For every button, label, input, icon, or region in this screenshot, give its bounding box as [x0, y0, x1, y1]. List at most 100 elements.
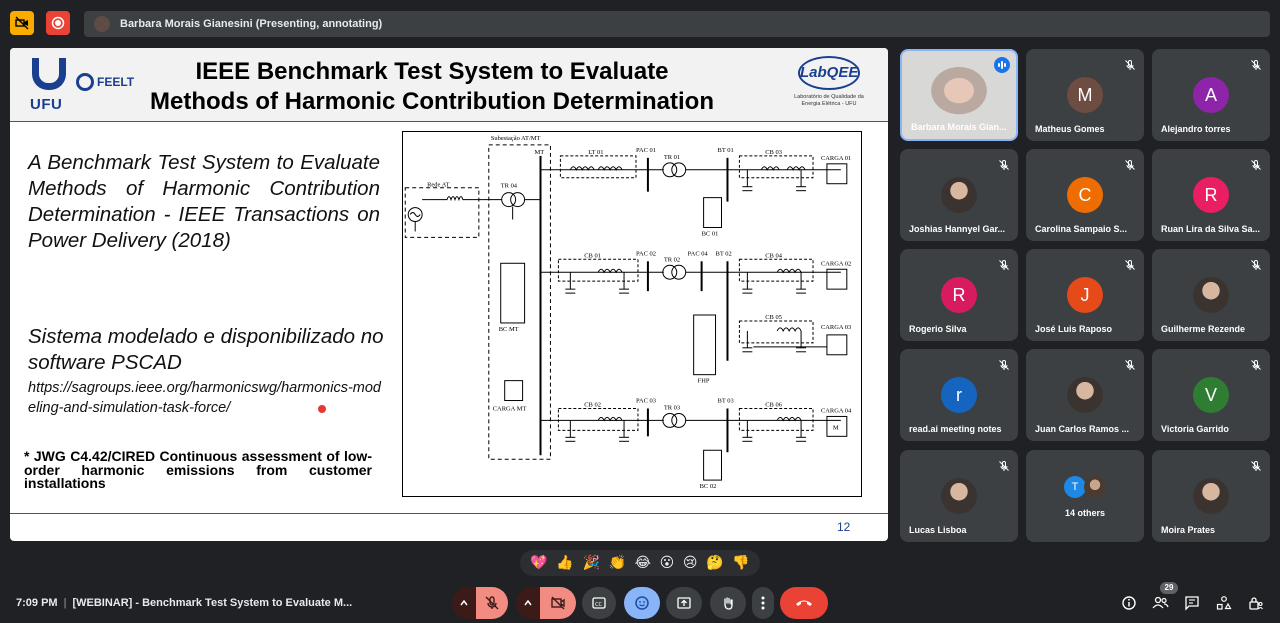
labqee-logo: LabQEE Laboratório de Qualidade da Energ…: [790, 54, 868, 116]
mic-off-button[interactable]: [476, 587, 508, 619]
more-options-button[interactable]: [752, 587, 774, 619]
activities-button[interactable]: [1215, 594, 1233, 612]
avatar: R: [1193, 177, 1229, 213]
reaction-sad[interactable]: 😢: [683, 556, 698, 570]
participant-name: read.ai meeting notes: [909, 424, 1002, 434]
participant-tile[interactable]: Juan Carlos Ramos ...: [1026, 349, 1144, 441]
mic-off-icon: [998, 158, 1010, 170]
svg-text:TR 02: TR 02: [664, 256, 680, 263]
mic-off-icon: [1124, 158, 1136, 170]
participant-name: Victoria Garrido: [1161, 424, 1229, 434]
svg-text:PAC 03: PAC 03: [636, 398, 656, 405]
participant-tile[interactable]: Guilherme Rezende: [1152, 249, 1270, 341]
participant-tile[interactable]: M Matheus Gomes: [1026, 49, 1144, 141]
mic-off-icon: [1124, 358, 1136, 370]
svg-text:CB 01: CB 01: [584, 252, 601, 259]
participant-tile[interactable]: R Ruan Lira da Silva Sa...: [1152, 149, 1270, 241]
slide-title: IEEE Benchmark Test System to Evaluate M…: [150, 58, 714, 115]
participant-name: 14 others: [1064, 508, 1106, 518]
svg-text:CARGA 04: CARGA 04: [821, 407, 852, 414]
participant-tile[interactable]: R Rogerio Silva: [900, 249, 1018, 341]
recording-icon[interactable]: [46, 11, 70, 35]
camera-off-icon[interactable]: [10, 11, 34, 35]
reaction-laugh[interactable]: 😂: [635, 556, 651, 570]
leave-call-button[interactable]: [780, 587, 828, 619]
svg-text:MT: MT: [535, 149, 545, 156]
svg-text:TR 04: TR 04: [501, 183, 518, 190]
reaction-clap[interactable]: 👏: [609, 556, 626, 570]
mic-off-icon: [1124, 58, 1136, 70]
participant-tile[interactable]: T 14 others: [1026, 450, 1144, 542]
avatar: r: [941, 377, 977, 413]
reaction-thumbs-up[interactable]: 👍: [556, 556, 573, 570]
slide-page-number: 12: [837, 520, 851, 534]
avatar: [1067, 377, 1103, 413]
reaction-thumbs-down[interactable]: 👎: [732, 556, 749, 570]
participant-tile[interactable]: Barbara Morais Gian...: [900, 49, 1018, 141]
avatar: [941, 478, 977, 514]
participant-name: Alejandro torres: [1161, 124, 1231, 134]
reaction-surprised[interactable]: 😮: [660, 556, 675, 570]
avatar: [1193, 478, 1229, 514]
svg-text:Subestação AT/MT: Subestação AT/MT: [491, 135, 541, 142]
video-options-button[interactable]: [516, 587, 540, 619]
camera-off-button[interactable]: [540, 587, 576, 619]
svg-text:CARGA 02: CARGA 02: [821, 260, 851, 267]
participant-tile[interactable]: J José Luis Raposo: [1026, 249, 1144, 341]
participant-tile[interactable]: V Victoria Garrido: [1152, 349, 1270, 441]
emoji-icon: [635, 596, 649, 610]
svg-text:CARGA MT: CARGA MT: [493, 405, 527, 412]
avatar: V: [1193, 377, 1229, 413]
reference-text: A Benchmark Test System to Evaluate Meth…: [28, 151, 380, 252]
others-avatars: T: [1064, 476, 1114, 500]
participant-tile[interactable]: Joshias Hannyel Gar...: [900, 149, 1018, 241]
jwg-note: * JWG C4.42/CIRED Continuous assessment …: [24, 448, 372, 491]
present-button[interactable]: [666, 587, 702, 619]
host-controls-button[interactable]: [1247, 594, 1265, 612]
participant-name: Rogerio Silva: [909, 324, 967, 334]
chat-button[interactable]: [1183, 594, 1201, 612]
meeting-details-button[interactable]: [1120, 594, 1138, 612]
reaction-heart[interactable]: 💖: [530, 556, 547, 570]
participant-name: Ruan Lira da Silva Sa...: [1161, 224, 1261, 234]
participant-tile[interactable]: Lucas Lisboa: [900, 450, 1018, 542]
mic-off-icon: [1250, 158, 1262, 170]
slide-footer-line: [10, 513, 888, 514]
reactions-button[interactable]: [624, 587, 660, 619]
info-icon: [1122, 596, 1136, 610]
participant-tile[interactable]: Moira Prates: [1152, 450, 1270, 542]
audio-options-button[interactable]: [452, 587, 476, 619]
people-button[interactable]: [1151, 594, 1169, 612]
participant-name: Carolina Sampaio S...: [1035, 224, 1128, 234]
avatar: [1084, 476, 1106, 498]
svg-text:BT 02: BT 02: [716, 250, 732, 257]
reaction-thinking[interactable]: 🤔: [706, 556, 723, 570]
svg-text:TR 01: TR 01: [664, 154, 680, 161]
avatar: M: [1067, 77, 1103, 113]
people-count-badge: 29: [1160, 582, 1178, 594]
slide-header: UFU FEELT IEEE Benchmark Test System to …: [10, 48, 888, 122]
svg-text:CB 06: CB 06: [765, 401, 782, 408]
avatar: [1193, 277, 1229, 313]
svg-text:CARGA 03: CARGA 03: [821, 324, 851, 331]
participant-tile[interactable]: r read.ai meeting notes: [900, 349, 1018, 441]
svg-text:Rede AT: Rede AT: [427, 182, 449, 189]
reaction-party[interactable]: 🎉: [582, 556, 599, 570]
svg-text:TR 03: TR 03: [664, 404, 680, 411]
avatar: T: [1064, 476, 1086, 498]
participant-tile[interactable]: A Alejandro torres: [1152, 49, 1270, 141]
pscad-text: Sistema modelado e disponibilizado no so…: [28, 325, 384, 374]
mic-off-icon: [1250, 459, 1262, 471]
svg-text:PAC 01: PAC 01: [636, 147, 656, 154]
mic-off-icon: [1250, 358, 1262, 370]
presenting-bar: Barbara Morais Gianesini (Presenting, an…: [84, 11, 1270, 37]
captions-button[interactable]: CC: [582, 587, 616, 619]
participant-tile[interactable]: C Carolina Sampaio S...: [1026, 149, 1144, 241]
raise-hand-button[interactable]: [710, 587, 746, 619]
url-link[interactable]: https://sagroups.ieee.org/harmonicswg/ha…: [28, 378, 384, 418]
camera-off-icon: [551, 596, 565, 610]
svg-text:CB 03: CB 03: [765, 149, 782, 156]
participant-name: Joshias Hannyel Gar...: [909, 224, 1006, 234]
participant-name: Guilherme Rezende: [1161, 324, 1246, 334]
meeting-title: [WEBINAR] - Benchmark Test System to Eva…: [72, 597, 353, 609]
